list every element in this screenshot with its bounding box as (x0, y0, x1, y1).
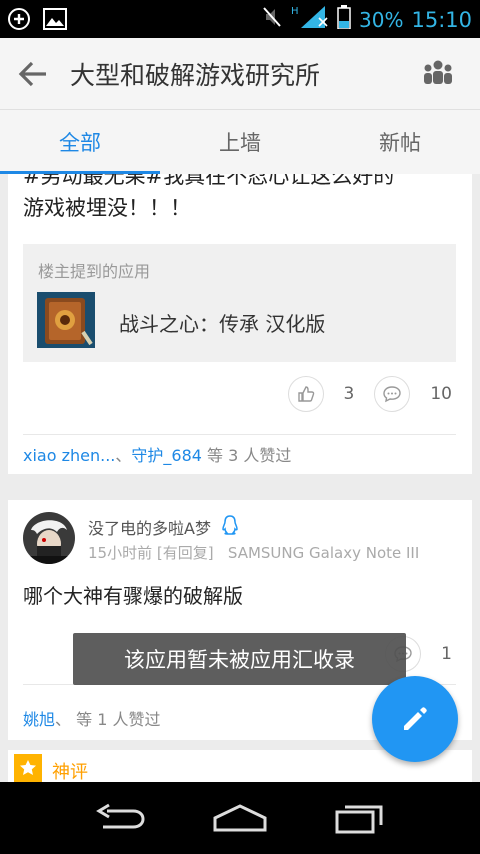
battery-percent: 30% (359, 7, 404, 32)
pencil-icon (404, 707, 427, 730)
username[interactable]: 没了电的多啦A梦 (88, 515, 211, 539)
page-title: 大型和破解游戏研究所 (70, 61, 321, 90)
tab-bar: 全部 上墙 新帖 (0, 110, 480, 174)
signal-icon: H (291, 4, 329, 35)
liked-by-suffix: 等 1 人赞过 (71, 710, 161, 729)
post-author: 没了电的多啦A梦 (88, 514, 239, 540)
post-body: #男动最无果#我真在不忍心让这么好的 游戏被埋没！！！ (23, 174, 453, 224)
add-circle-icon (6, 6, 32, 32)
liker-name[interactable]: 姚旭 (23, 710, 55, 729)
post-card[interactable]: #男动最无果#我真在不忍心让这么好的 游戏被埋没！！！ 楼主提到的应用 战斗之心… (8, 174, 472, 474)
device-name: SAMSUNG Galaxy Note III (227, 544, 420, 562)
mentioned-app-label: 楼主提到的应用 (38, 262, 151, 281)
divider (23, 434, 456, 435)
network-label: H (291, 6, 299, 17)
nav-home-icon[interactable] (210, 798, 270, 838)
tab-new-posts[interactable]: 新帖 (320, 110, 480, 174)
liker-separator: 、 (115, 446, 132, 465)
mentioned-app-box[interactable]: 楼主提到的应用 战斗之心：传承 汉化版 (23, 244, 456, 362)
clock: 15:10 (411, 7, 472, 32)
qq-icon (221, 514, 239, 540)
liked-by: xiao zhen...、守护_684 等 3 人赞过 (23, 442, 291, 466)
mute-icon (261, 5, 283, 34)
battery-icon (337, 5, 351, 34)
image-icon (42, 6, 68, 32)
app-bar: 大型和破解游戏研究所 (0, 38, 480, 110)
post-time: 15小时前 (88, 544, 153, 562)
avatar[interactable] (23, 512, 75, 564)
like-count: 3 (343, 384, 355, 404)
reply-tag: [有回复] (156, 544, 214, 562)
liked-by-suffix: 等 3 人赞过 (201, 446, 292, 465)
comment-button[interactable] (374, 376, 411, 412)
people-icon[interactable] (422, 58, 454, 90)
post-actions: 3 10 (287, 374, 472, 414)
comment-count: 10 (430, 384, 452, 404)
like-button[interactable] (287, 376, 324, 412)
status-bar: H 30% 15:10 (0, 0, 480, 38)
star-icon (14, 754, 42, 782)
liker-name[interactable]: 守护_684 (131, 446, 202, 465)
post-meta: 15小时前 [有回复] SAMSUNG Galaxy Note III (88, 542, 419, 563)
compose-button[interactable] (372, 676, 458, 762)
nav-back-icon[interactable] (90, 798, 150, 838)
comment-count: 1 (441, 644, 452, 664)
tab-all[interactable]: 全部 (0, 110, 160, 174)
nav-recents-icon[interactable] (330, 798, 390, 838)
app-icon (37, 292, 95, 348)
mentioned-app-name: 战斗之心：传承 汉化版 (119, 312, 326, 336)
system-nav-bar (0, 782, 480, 854)
toast-message: 该应用暂未被应用汇收录 (73, 633, 406, 685)
liker-separator: 、 (55, 710, 72, 729)
top-comment-label: 神评 (52, 762, 88, 782)
liker-name[interactable]: xiao zhen... (23, 446, 115, 465)
tab-on-wall[interactable]: 上墙 (160, 110, 320, 174)
liked-by: 姚旭、 等 1 人赞过 (23, 706, 160, 730)
post-body-line: #男动最无果#我真在不忍心让这么好的 (23, 174, 395, 188)
back-arrow-icon[interactable] (18, 60, 50, 90)
post-body: 哪个大神有骤爆的破解版 (23, 584, 243, 608)
post-body-line: 游戏被埋没！！！ (23, 196, 191, 220)
